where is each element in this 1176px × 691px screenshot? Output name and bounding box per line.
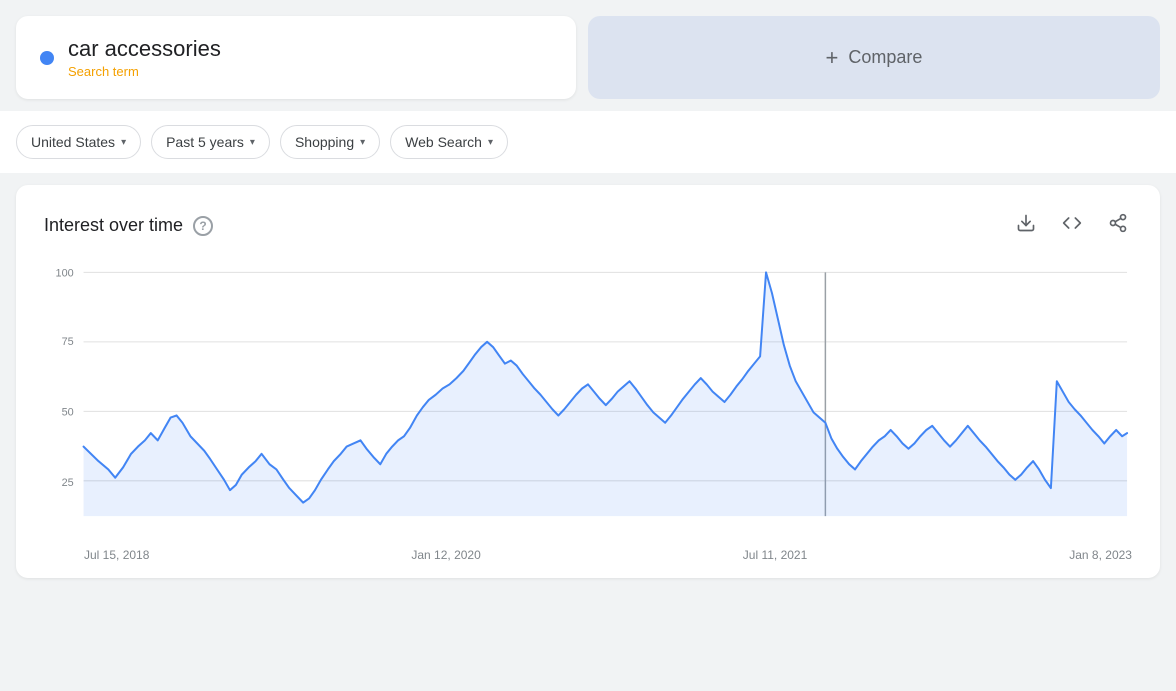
download-icon — [1016, 213, 1036, 233]
help-icon[interactable]: ? — [193, 216, 213, 236]
chart-svg: 100 75 50 25 — [44, 262, 1132, 542]
top-section: car accessories Search term + Compare — [0, 0, 1176, 111]
filters-section: United States ▾ Past 5 years ▾ Shopping … — [0, 111, 1176, 173]
svg-text:75: 75 — [62, 336, 74, 348]
chart-actions — [1012, 209, 1132, 242]
chart-area: 100 75 50 25 — [44, 262, 1132, 542]
filter-time[interactable]: Past 5 years ▾ — [151, 125, 270, 159]
chevron-down-icon: ▾ — [250, 137, 255, 148]
search-term-subtitle: Search term — [68, 64, 221, 79]
filter-category[interactable]: Shopping ▾ — [280, 125, 380, 159]
filter-region[interactable]: United States ▾ — [16, 125, 141, 159]
embed-button[interactable] — [1058, 209, 1086, 242]
filter-category-label: Shopping — [295, 134, 354, 150]
chart-title-group: Interest over time ? — [44, 215, 213, 236]
x-label-1: Jul 15, 2018 — [84, 548, 149, 562]
filter-region-label: United States — [31, 134, 115, 150]
x-label-3: Jul 11, 2021 — [743, 548, 808, 562]
svg-text:50: 50 — [62, 407, 74, 419]
svg-text:100: 100 — [56, 268, 74, 280]
search-term-text: car accessories Search term — [68, 36, 221, 79]
compare-label: Compare — [848, 47, 922, 68]
compare-card[interactable]: + Compare — [588, 16, 1160, 99]
chart-header: Interest over time ? — [44, 209, 1132, 242]
chevron-down-icon: ▾ — [360, 137, 365, 148]
download-button[interactable] — [1012, 209, 1040, 242]
share-icon — [1108, 213, 1128, 233]
code-icon — [1062, 213, 1082, 233]
x-label-2: Jan 12, 2020 — [411, 548, 480, 562]
x-label-4: Jan 8, 2023 — [1069, 548, 1132, 562]
search-dot — [40, 51, 54, 65]
chart-section: Interest over time ? — [16, 185, 1160, 578]
svg-text:25: 25 — [62, 477, 74, 489]
chevron-down-icon: ▾ — [488, 137, 493, 148]
compare-plus-icon: + — [826, 45, 839, 71]
chevron-down-icon: ▾ — [121, 137, 126, 148]
x-axis-labels: Jul 15, 2018 Jan 12, 2020 Jul 11, 2021 J… — [44, 542, 1132, 562]
search-term-title: car accessories — [68, 36, 221, 62]
chart-title: Interest over time — [44, 215, 183, 236]
filter-search-type[interactable]: Web Search ▾ — [390, 125, 508, 159]
filter-search-type-label: Web Search — [405, 134, 482, 150]
search-term-card: car accessories Search term — [16, 16, 576, 99]
filter-time-label: Past 5 years — [166, 134, 244, 150]
share-button[interactable] — [1104, 209, 1132, 242]
